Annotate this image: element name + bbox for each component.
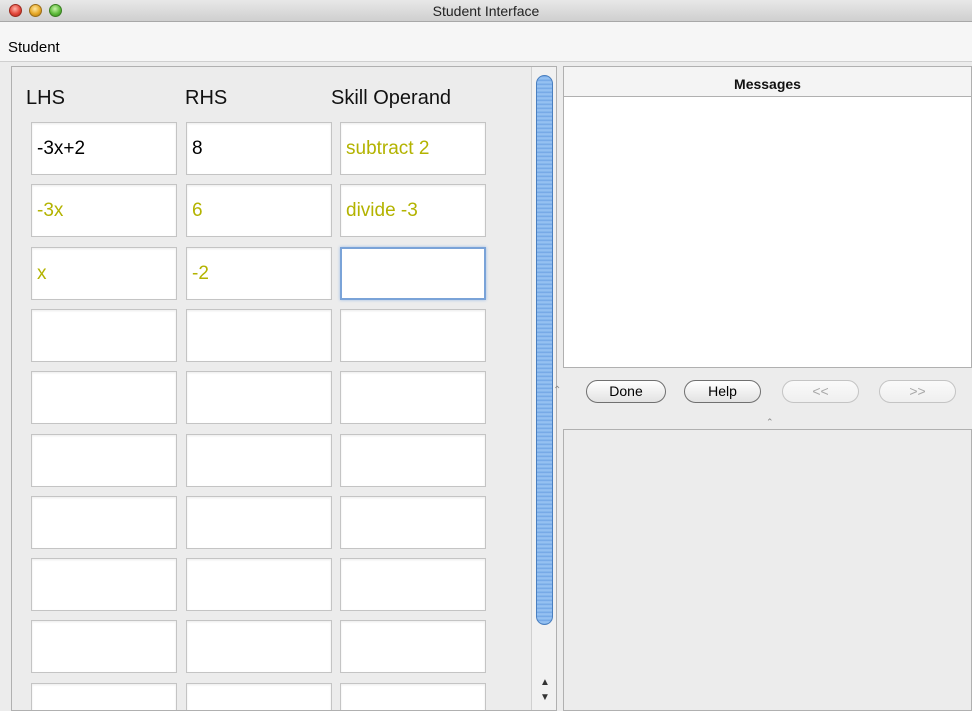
column-header-lhs: LHS [26, 87, 65, 109]
cell-lhs-row-5[interactable] [31, 371, 177, 424]
cell-lhs-row-8[interactable] [31, 558, 177, 611]
title-bar: Student Interface [0, 0, 972, 22]
scroll-down-arrow-icon[interactable]: ▼ [540, 692, 550, 703]
messages-area [563, 96, 972, 368]
cell-lhs-row-9[interactable] [31, 620, 177, 673]
cell-rhs-row-2[interactable]: 6 [186, 184, 332, 237]
cell-rhs-row-3[interactable]: -2 [186, 247, 332, 300]
cell-skill-operand-row-9[interactable] [340, 620, 486, 673]
cell-lhs-row-1[interactable]: -3x+2 [31, 122, 177, 175]
cell-skill-operand-row-5[interactable] [340, 371, 486, 424]
column-header-skill-operand: Skill Operand [331, 87, 452, 109]
cell-lhs-row-6[interactable] [31, 434, 177, 487]
window-title: Student Interface [432, 3, 540, 19]
hint-area [563, 429, 972, 711]
equation-table-panel: LHS RHS Skill Operand -3x+2 8 subtract 2 -3… [11, 66, 557, 711]
previous-hint-button[interactable]: << [782, 380, 859, 403]
split-pane-grip-icon[interactable]: ⌃ [766, 417, 774, 428]
scroll-up-arrow-icon[interactable]: ▲ [540, 677, 550, 688]
cell-rhs-row-1[interactable]: 8 [186, 122, 332, 175]
cell-skill-operand-row-6[interactable] [340, 434, 486, 487]
done-button[interactable]: Done [586, 380, 666, 403]
cell-rhs-row-6[interactable] [186, 434, 332, 487]
cell-lhs-row-4[interactable] [31, 309, 177, 362]
cell-rhs-row-9[interactable] [186, 620, 332, 673]
cell-skill-operand-row-8[interactable] [340, 558, 486, 611]
cell-skill-operand-row-2[interactable]: divide -3 [340, 184, 486, 237]
split-pane-divider-icon[interactable]: ⌃ [553, 385, 561, 396]
cell-skill-operand-row-7[interactable] [340, 496, 486, 549]
cell-rhs-row-5[interactable] [186, 371, 332, 424]
menu-student[interactable]: Student [8, 39, 60, 56]
cell-rhs-row-4[interactable] [186, 309, 332, 362]
cell-rhs-row-10[interactable] [186, 683, 332, 710]
cell-rhs-row-8[interactable] [186, 558, 332, 611]
cell-lhs-row-7[interactable] [31, 496, 177, 549]
help-button[interactable]: Help [684, 380, 761, 403]
cell-lhs-row-3[interactable]: x [31, 247, 177, 300]
cell-skill-operand-row-4[interactable] [340, 309, 486, 362]
scrollbar-thumb[interactable] [536, 75, 553, 625]
cell-lhs-row-2[interactable]: -3x [31, 184, 177, 237]
column-header-rhs: RHS [185, 87, 228, 109]
cell-rhs-row-7[interactable] [186, 496, 332, 549]
messages-header: Messages [563, 66, 972, 96]
cell-skill-operand-row-10[interactable] [340, 683, 486, 710]
cell-skill-operand-row-3[interactable] [340, 247, 486, 300]
menu-bar: Student [0, 22, 972, 62]
next-hint-button[interactable]: >> [879, 380, 956, 403]
cell-skill-operand-row-1[interactable]: subtract 2 [340, 122, 486, 175]
cell-lhs-row-10[interactable] [31, 683, 177, 710]
